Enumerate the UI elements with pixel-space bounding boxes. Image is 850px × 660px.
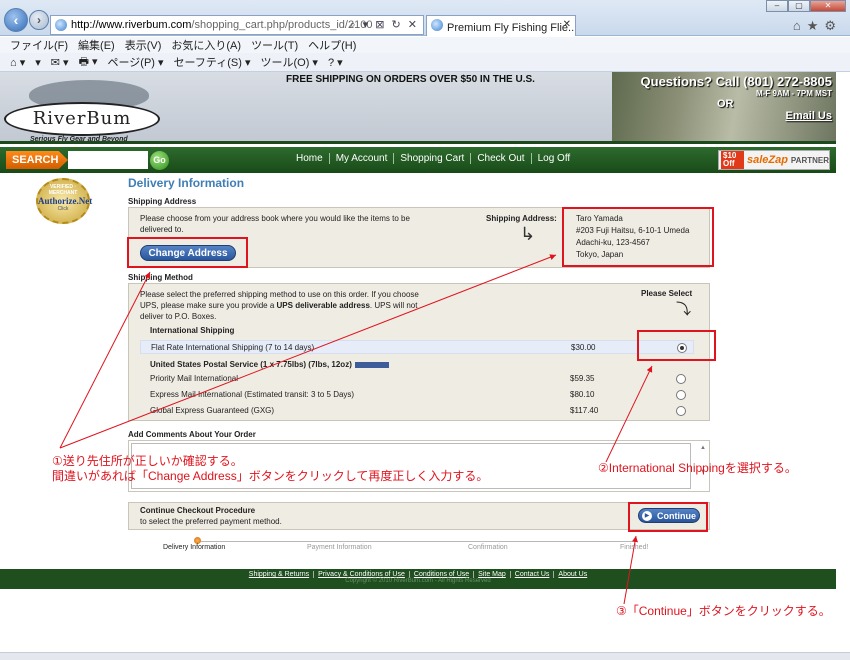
annotation-arrows — [59, 254, 653, 605]
annotation-note-1: ①送り先住所が正しいか確認する。 間違いがあれば「Change Address」… — [52, 454, 488, 484]
annotation-note-2: ②International Shippingを選択する。 — [598, 461, 797, 475]
annotation-note-3: ③「Continue」ボタンをクリックする。 — [616, 604, 831, 618]
arrow-to-flat-rate — [605, 365, 653, 463]
arrow-to-continue — [623, 535, 638, 605]
note-1-line-2: 間違いがあれば「Change Address」ボタンをクリックして再度正しく入力… — [52, 469, 489, 483]
arrow-to-change-address — [59, 271, 151, 449]
note-1-line-1: ①送り先住所が正しいか確認する。 — [52, 454, 243, 468]
horizontal-scrollbar[interactable] — [0, 652, 850, 660]
arrow-to-shipping-address — [59, 254, 557, 449]
